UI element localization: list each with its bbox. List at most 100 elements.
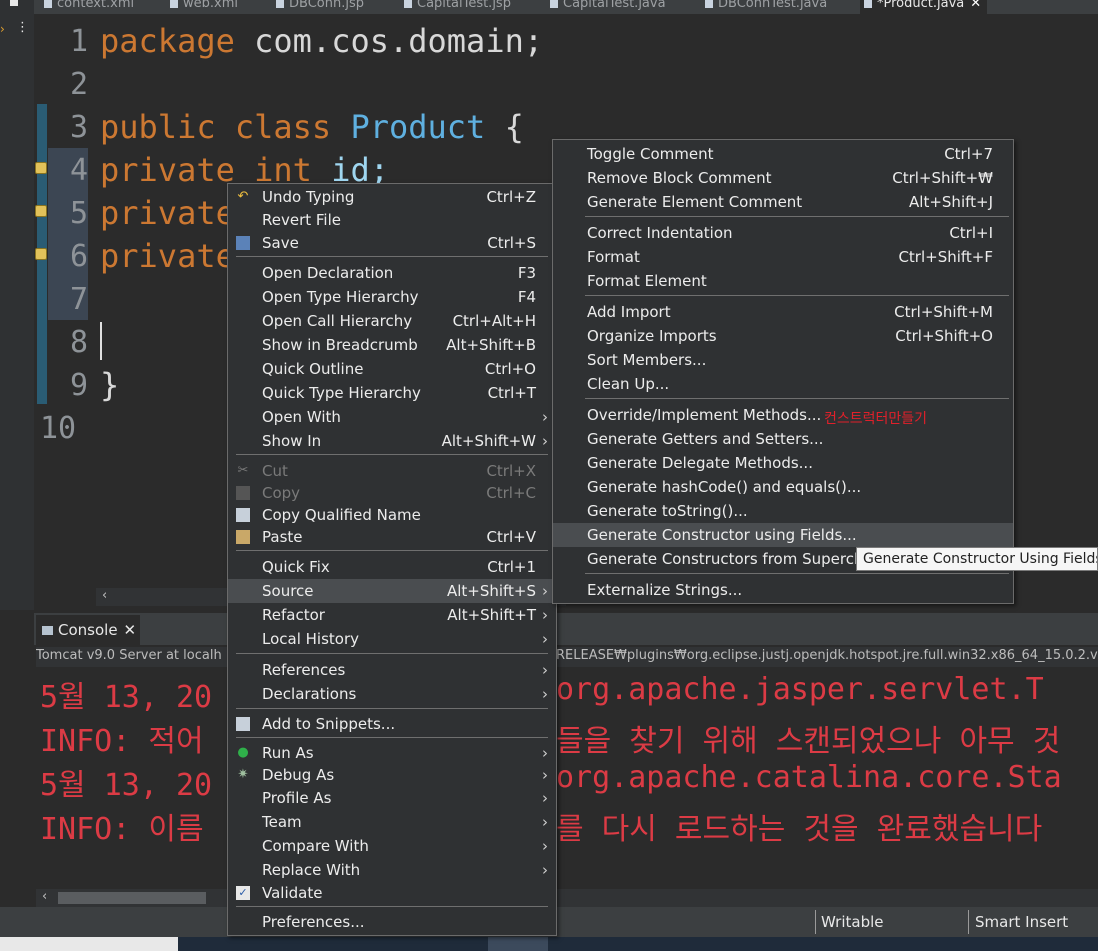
line-number: 7 [69, 282, 88, 317]
menu-item-open-call-hierarchy[interactable]: Open Call Hierarchy Ctrl+Alt+H [228, 309, 556, 333]
menu-item-generate-constructor-using-fields[interactable]: Generate Constructor using Fields... [553, 523, 1013, 547]
menu-item-run-as[interactable]: ● Run As › [228, 741, 556, 765]
tab-capitaltest-jsp[interactable]: CapitalTest.jsp [404, 0, 511, 14]
menu-item-open-with[interactable]: Open With › [228, 405, 556, 429]
warning-icon[interactable] [35, 162, 47, 174]
menu-item-references[interactable]: References › [228, 658, 556, 682]
menu-item-show-in[interactable]: Show In Alt+Shift+W › [228, 429, 556, 453]
menu-item-generate-hashcode-equals[interactable]: Generate hashCode() and equals()... [553, 475, 1013, 499]
menu-item-compare-with[interactable]: Compare With › [228, 834, 556, 858]
menu-item-revert-file[interactable]: Revert File [228, 208, 556, 232]
menu-item-add-import[interactable]: Add Import Ctrl+Shift+M [553, 300, 1013, 324]
menu-separator [236, 454, 548, 455]
line-number: 4 [69, 153, 88, 188]
menu-item-copy[interactable]: Copy Ctrl+C [228, 481, 556, 505]
bug-icon: ✷ [237, 767, 249, 782]
menu-item-open-declaration[interactable]: Open Declaration F3 [228, 261, 556, 285]
tab-product-java[interactable]: *Product.java ✕ [860, 0, 988, 14]
warning-icon[interactable] [35, 205, 47, 217]
submenu-arrow-icon: › [542, 685, 548, 703]
menu-item-toggle-comment[interactable]: Toggle Comment Ctrl+7 [553, 142, 1013, 166]
menu-item-refactor[interactable]: Refactor Alt+Shift+T › [228, 603, 556, 627]
tab-capitaltest-java[interactable]: CapitalTest.java [550, 0, 666, 14]
warning-icon[interactable] [35, 248, 47, 260]
submenu-arrow-icon: › [542, 606, 548, 624]
menu-item-quick-type-hierarchy[interactable]: Quick Type Hierarchy Ctrl+T [228, 381, 556, 405]
menu-item-undo-typing[interactable]: ↶ Undo Typing Ctrl+Z [228, 185, 556, 209]
menu-item-quick-outline[interactable]: Quick Outline Ctrl+O [228, 357, 556, 381]
scroll-left-icon[interactable]: ‹ [42, 889, 47, 904]
menu-item-correct-indentation[interactable]: Correct Indentation Ctrl+I [553, 221, 1013, 245]
console-tab[interactable]: Console ✕ [36, 615, 140, 645]
menu-item-save[interactable]: Save Ctrl+S [228, 231, 556, 255]
submenu-arrow-icon: › [542, 861, 548, 879]
line-number: 10 [40, 411, 77, 446]
menu-item-preferences[interactable]: Preferences... [228, 910, 556, 934]
console-horizontal-scrollbar[interactable]: ‹ [36, 889, 1098, 907]
save-icon [236, 236, 250, 250]
menu-item-source[interactable]: Source Alt+Shift+S › [228, 579, 556, 603]
menu-item-externalize-strings[interactable]: Externalize Strings... [553, 578, 1013, 602]
line-number: 3 [69, 110, 88, 145]
menu-item-quick-fix[interactable]: Quick Fix Ctrl+1 [228, 555, 556, 579]
menu-item-validate[interactable]: ✓ Validate [228, 881, 556, 905]
submenu-arrow-icon: › [542, 630, 548, 648]
close-console-icon[interactable]: ✕ [124, 621, 137, 639]
menu-item-debug-as[interactable]: ✷ Debug As › [228, 763, 556, 787]
menu-item-replace-with[interactable]: Replace With › [228, 858, 556, 882]
menu-item-generate-getters-setters[interactable]: Generate Getters and Setters... [553, 427, 1013, 451]
submenu-arrow-icon: › [542, 813, 548, 831]
writable-status: Writable [821, 913, 884, 931]
tab-dbconn-jsp[interactable]: DBConn.jsp [276, 0, 364, 14]
menu-item-declarations[interactable]: Declarations › [228, 682, 556, 706]
editor-tab-bar: context.xml web.xml DBConn.jsp CapitalTe… [0, 0, 1098, 14]
menu-item-copy-qualified-name[interactable]: Copy Qualified Name [228, 503, 556, 527]
submenu-arrow-icon: › [542, 837, 548, 855]
text-cursor [100, 322, 102, 360]
minimized-view-icon[interactable] [10, 0, 18, 6]
menu-item-format-element[interactable]: Format Element [553, 269, 1013, 293]
tab-web-xml[interactable]: web.xml [170, 0, 238, 14]
more-vertical-icon[interactable]: ⋮ [16, 20, 29, 35]
code-line: package com.cos.domain; [100, 22, 544, 60]
tooltip: Generate Constructor Using Fields [856, 547, 1098, 571]
menu-item-local-history[interactable]: Local History › [228, 627, 556, 651]
annotation-note: 컨스트럭터만들기 [824, 411, 928, 427]
menu-item-sort-members[interactable]: Sort Members... [553, 348, 1013, 372]
menu-item-open-type-hierarchy[interactable]: Open Type Hierarchy F4 [228, 285, 556, 309]
menu-item-paste[interactable]: Paste Ctrl+V [228, 525, 556, 549]
menu-item-add-to-snippets[interactable]: Add to Snippets... [228, 712, 556, 736]
menu-separator [236, 653, 548, 654]
menu-item-override-implement-methods[interactable]: Override/Implement Methods... [553, 403, 1013, 427]
jsp-file-icon [276, 0, 284, 8]
menu-item-cut[interactable]: ✂ Cut Ctrl+X [228, 459, 556, 483]
menu-item-format[interactable]: Format Ctrl+Shift+F [553, 245, 1013, 269]
status-divider [815, 910, 816, 934]
close-tab-icon[interactable]: ✕ [970, 0, 981, 11]
menu-separator [236, 256, 548, 257]
scroll-left-icon[interactable]: ‹ [102, 588, 107, 603]
menu-item-clean-up[interactable]: Clean Up... [553, 372, 1013, 396]
code-line: public class Product { [100, 108, 524, 146]
menu-item-generate-tostring[interactable]: Generate toString()... [553, 499, 1013, 523]
submenu-arrow-icon: › [542, 789, 548, 807]
menu-item-profile-as[interactable]: Profile As › [228, 786, 556, 810]
scrollbar-thumb[interactable] [58, 892, 206, 904]
scissors-icon: ✂ [237, 463, 249, 478]
menu-item-generate-element-comment[interactable]: Generate Element Comment Alt+Shift+J [553, 190, 1013, 214]
menu-item-organize-imports[interactable]: Organize Imports Ctrl+Shift+O [553, 324, 1013, 348]
menu-separator [585, 573, 1009, 574]
menu-item-remove-block-comment[interactable]: Remove Block Comment Ctrl+Shift+₩ [553, 166, 1013, 190]
submenu-arrow-icon: › [542, 744, 548, 762]
menu-separator [236, 550, 548, 551]
taskbar-active-app[interactable] [488, 937, 548, 951]
menu-item-generate-delegate-methods[interactable]: Generate Delegate Methods... [553, 451, 1013, 475]
jsp-file-icon [404, 0, 412, 8]
menu-item-show-in-breadcrumb[interactable]: Show in Breadcrumb Alt+Shift+B [228, 333, 556, 357]
menu-item-team[interactable]: Team › [228, 810, 556, 834]
submenu-arrow-icon: › [542, 582, 548, 600]
checkbox-checked-icon: ✓ [236, 886, 250, 900]
console-icon [42, 626, 53, 635]
tab-dbconntest-java[interactable]: DBConnTest.java [705, 0, 827, 14]
tab-context-xml[interactable]: context.xml [44, 0, 134, 14]
